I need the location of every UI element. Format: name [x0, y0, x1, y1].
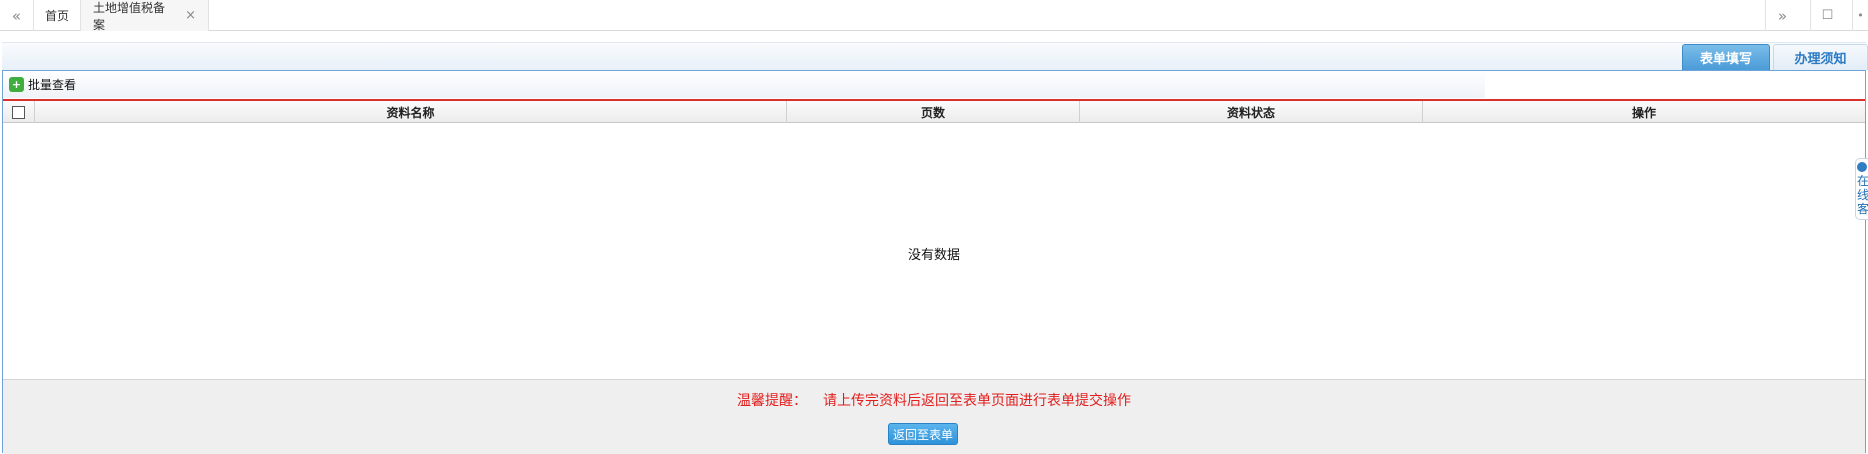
reminder-label: 温馨提醒：	[737, 393, 807, 409]
close-icon[interactable]: ×	[185, 8, 196, 23]
more-icon[interactable]: •	[1852, 0, 1868, 31]
reminder: 温馨提醒： 请上传完资料后返回至表单页面进行表单提交操作	[3, 390, 1865, 410]
tab-land-vat-filing[interactable]: 土地增值税备案 ×	[81, 0, 209, 32]
maximize-icon[interactable]: ☐	[1810, 0, 1844, 31]
tab-form-fill[interactable]: 表单填写	[1682, 44, 1770, 70]
tab-instructions[interactable]: 办理须知	[1773, 44, 1868, 70]
tab-land-vat-filing-label: 土地增值税备案	[93, 0, 166, 32]
column-header-status[interactable]: 资料状态	[1080, 101, 1423, 123]
tab-bar: « 首页 土地增值税备案 × » ☐ •	[0, 0, 1868, 32]
tab-home-label: 首页	[44, 9, 69, 23]
back-to-form-button[interactable]: 返回至表单	[888, 423, 958, 445]
column-header-actions[interactable]: 操作	[1423, 101, 1865, 123]
online-service-widget[interactable]: 在线客	[1855, 158, 1868, 220]
column-header-pages[interactable]: 页数	[787, 101, 1080, 123]
table-header: 资料名称 页数 资料状态 操作	[3, 101, 1865, 123]
footer: 温馨提醒： 请上传完资料后返回至表单页面进行表单提交操作 返回至表单	[3, 379, 1865, 454]
batch-view-icon[interactable]: +	[9, 77, 24, 92]
select-all-cell	[3, 101, 35, 123]
scroll-left-icon[interactable]: «	[0, 0, 34, 31]
attachment-panel: + 批量查看 资料名称 页数 资料状态 操作 没有数据 温馨提醒： 请上传完资料后…	[2, 70, 1866, 454]
column-header-name[interactable]: 资料名称	[35, 101, 787, 123]
panel-toolbar: + 批量查看	[3, 71, 1485, 98]
service-icon	[1857, 162, 1867, 172]
tab-home[interactable]: 首页	[34, 0, 81, 31]
select-all-checkbox[interactable]	[12, 105, 25, 119]
empty-state: 没有数据	[907, 248, 960, 263]
online-service-label: 在线客	[1857, 174, 1868, 216]
scroll-right-icon[interactable]: »	[1765, 0, 1799, 31]
batch-view-button[interactable]: 批量查看	[28, 76, 76, 93]
reminder-text: 请上传完资料后返回至表单页面进行表单提交操作	[823, 393, 1131, 409]
header-band	[2, 42, 1866, 70]
